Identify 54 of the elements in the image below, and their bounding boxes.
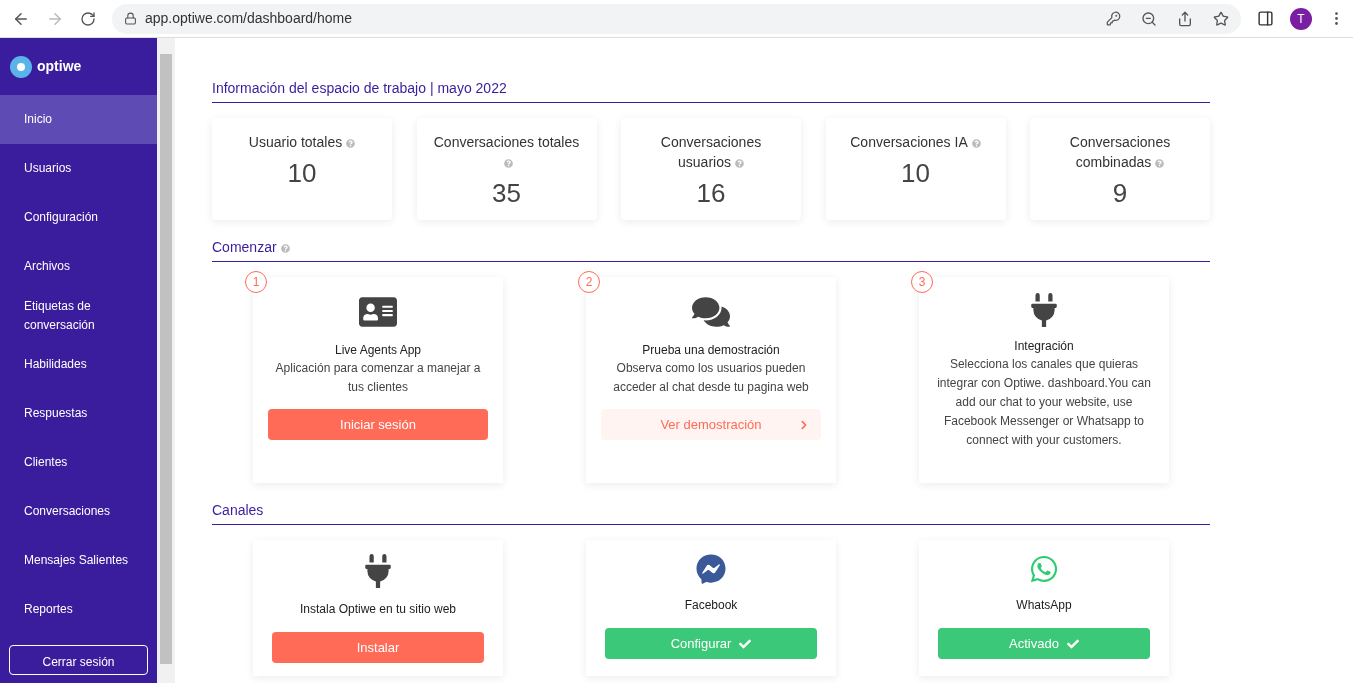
stat-value: 16: [696, 177, 726, 210]
stat-label: Conversaciones IA: [850, 132, 981, 152]
sidebar-item[interactable]: Usuarios: [0, 144, 157, 193]
stat-value: 35: [492, 177, 521, 210]
stat-value: 10: [287, 157, 317, 190]
side-panel-icon[interactable]: [1257, 10, 1274, 27]
stat-value: 9: [1112, 177, 1128, 210]
chevron-icon: [799, 419, 809, 430]
step-description: Selecciona los canales que quieras integrar con Optiwe. dashboard.You can add our chat to your website, use Facebook Messenger or Whatsapp to connect with your customers.: [936, 356, 1152, 449]
logo-text: optiwe: [37, 57, 82, 76]
url-text: app.optiwe.com/dashboard/home: [145, 9, 353, 28]
zoom-out-icon[interactable]: [1141, 10, 1157, 27]
channel-title: WhatsApp: [1016, 597, 1072, 614]
step-title: Prueba una demostración: [642, 342, 780, 359]
section-heading: Comenzar: [212, 237, 1210, 262]
sidebar-item[interactable]: Reportes: [0, 585, 157, 634]
section-heading: Información del espacio de trabajo | mayo 2022: [212, 78, 1210, 103]
stat-label: Conversaciones usuarios: [659, 133, 763, 172]
stat-label: Conversaciones totales: [428, 132, 585, 172]
check-icon: [739, 637, 752, 650]
channel-title: Facebook: [684, 597, 738, 614]
step-description: Aplicación para comenzar a manejar a tus clientes: [274, 360, 482, 396]
messenger-icon: [696, 554, 726, 584]
step-title: Integración: [1014, 338, 1074, 355]
lock-icon: [124, 12, 137, 25]
stat-label: Usuario totales: [248, 132, 356, 152]
channel-title: Instala Optiwe en tu sitio web: [299, 601, 457, 618]
logout-button[interactable]: Cerrar sesión: [9, 645, 148, 675]
sidebar-item[interactable]: Configuración: [0, 193, 157, 242]
reload-icon[interactable]: [80, 10, 96, 27]
step-description: Observa como los usuarios pueden acceder al chat desde tu pagina web: [612, 360, 810, 396]
sidebar-item[interactable]: Habilidades: [0, 340, 157, 389]
step-number: 3: [911, 271, 933, 293]
whatsapp-icon: [1029, 554, 1059, 584]
section-heading: Canales: [212, 500, 1210, 525]
profile-avatar[interactable]: T: [1290, 7, 1312, 30]
sidebar-item[interactable]: Archivos: [0, 242, 157, 291]
check-icon: [1066, 637, 1079, 650]
step-number: 1: [245, 271, 267, 293]
step-title: Live Agents App: [334, 342, 422, 359]
step-number: 2: [578, 271, 600, 293]
sidebar-item[interactable]: Respuestas: [0, 389, 157, 438]
stat-label: Conversaciones combinadas: [1068, 133, 1172, 172]
share-icon[interactable]: [1177, 10, 1193, 27]
sidebar-item[interactable]: Inicio: [0, 95, 157, 144]
sidebar-item[interactable]: Etiquetas de conversación: [0, 291, 157, 340]
address-bar[interactable]: app.optiwe.com/dashboard/home: [112, 3, 1241, 34]
sidebar-item[interactable]: Mensajes Salientes: [0, 536, 157, 585]
key-icon[interactable]: [1106, 11, 1121, 26]
stat-value: 10: [901, 157, 930, 190]
sidebar-item[interactable]: Clientes: [0, 438, 157, 487]
logo-icon: [9, 54, 33, 79]
bookmark-star-icon[interactable]: [1213, 10, 1229, 27]
sidebar-item[interactable]: Conversaciones: [0, 487, 157, 536]
